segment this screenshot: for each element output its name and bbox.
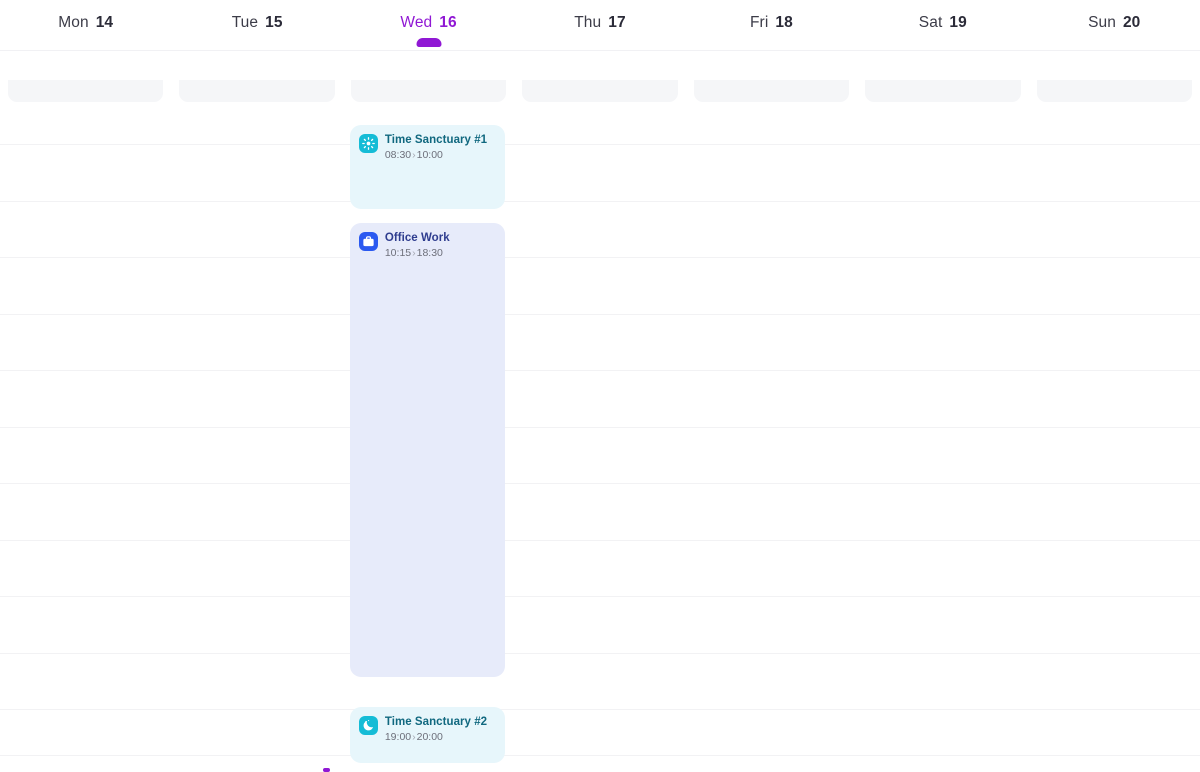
- day-name: Mon: [58, 14, 89, 31]
- event-start-time: 19:00: [384, 731, 412, 743]
- event-end-time: 10:00: [416, 149, 443, 161]
- all-day-cell[interactable]: [857, 52, 1028, 110]
- day-number: 18: [775, 14, 793, 31]
- day-header-label: Sat 19: [919, 14, 967, 32]
- day-header-label: Wed 16: [400, 14, 456, 32]
- event-time-range: 10:15›18:30: [385, 246, 450, 260]
- day-header-label: Mon 14: [58, 14, 113, 32]
- active-day-indicator: [416, 38, 442, 47]
- event-card[interactable]: Time Sanctuary #2 19:00›20:00: [349, 707, 506, 763]
- day-number: 14: [95, 14, 114, 31]
- event-header: Time Sanctuary #1 08:30›10:00: [358, 133, 496, 162]
- day-name: Sat: [918, 14, 943, 31]
- day-header-sat[interactable]: Sat 19: [857, 0, 1028, 50]
- event-end-time: 20:00: [416, 731, 443, 743]
- event-time-range: 08:30›10:00: [385, 148, 487, 162]
- week-calendar: Mon 14 Tue 15 Wed 16 Thu 17 Fri 18 Sat 19 Sun 20 Time…: [0, 0, 1200, 772]
- event-header: Office Work 10:15›18:30: [358, 231, 496, 260]
- all-day-cell[interactable]: [171, 52, 342, 110]
- day-header-thu[interactable]: Thu 17: [514, 0, 685, 50]
- day-number: 17: [608, 14, 626, 31]
- moon-icon: [358, 716, 378, 735]
- day-header-sun[interactable]: Sun 20: [1029, 0, 1200, 50]
- all-day-placeholder: [522, 80, 678, 102]
- day-header-fri[interactable]: Fri 18: [686, 0, 857, 50]
- event-start-time: 10:15: [384, 247, 412, 259]
- all-day-row: [0, 52, 1200, 110]
- all-day-placeholder: [693, 80, 850, 102]
- event-texts: Time Sanctuary #2 19:00›20:00: [385, 715, 487, 744]
- day-column-tue[interactable]: [171, 110, 342, 772]
- event-end-time: 18:30: [416, 247, 443, 259]
- briefcase-icon: [358, 232, 378, 251]
- all-day-cell[interactable]: [1029, 52, 1200, 110]
- day-name: Tue: [231, 14, 259, 31]
- all-day-cell[interactable]: [514, 52, 685, 110]
- day-header-label: Thu 17: [574, 14, 625, 32]
- event-header: Time Sanctuary #2 19:00›20:00: [358, 715, 496, 744]
- event-title: Time Sanctuary #2: [384, 716, 488, 728]
- day-name: Sun: [1088, 14, 1116, 31]
- event-title: Office Work: [384, 232, 450, 244]
- day-header-row: Mon 14 Tue 15 Wed 16 Thu 17 Fri 18 Sat 19 Sun 20: [0, 0, 1200, 51]
- event-texts: Office Work 10:15›18:30: [385, 231, 450, 260]
- day-header-mon[interactable]: Mon 14: [0, 0, 171, 50]
- all-day-cell[interactable]: [686, 52, 857, 110]
- day-header-label: Fri 18: [750, 14, 793, 32]
- event-title: Time Sanctuary #1: [384, 134, 488, 146]
- all-day-placeholder: [8, 80, 164, 102]
- event-time-range: 19:00›20:00: [385, 730, 487, 744]
- day-column-sun[interactable]: [1029, 110, 1200, 772]
- sun-icon: [358, 134, 378, 153]
- event-texts: Time Sanctuary #1 08:30›10:00: [385, 133, 487, 162]
- all-day-cell[interactable]: [0, 52, 171, 110]
- day-column-mon[interactable]: [0, 110, 171, 772]
- event-card[interactable]: Office Work 10:15›18:30: [349, 223, 506, 677]
- day-number: 20: [1122, 14, 1141, 31]
- all-day-cell[interactable]: [343, 52, 514, 110]
- day-column-wed[interactable]: Time Sanctuary #1 08:30›10:00 Office Work 1…: [343, 110, 514, 772]
- time-grid[interactable]: Time Sanctuary #1 08:30›10:00 Office Work 1…: [0, 110, 1200, 772]
- day-header-label: Tue 15: [232, 14, 283, 32]
- event-start-time: 08:30: [384, 149, 412, 161]
- day-number: 15: [265, 14, 283, 31]
- day-header-wed[interactable]: Wed 16: [343, 0, 514, 50]
- day-column-fri[interactable]: [686, 110, 857, 772]
- day-name: Thu: [574, 14, 602, 31]
- current-time-indicator: [323, 768, 330, 772]
- all-day-placeholder: [865, 80, 1021, 102]
- all-day-placeholder: [1036, 80, 1192, 102]
- event-card[interactable]: Time Sanctuary #1 08:30›10:00: [349, 125, 506, 209]
- all-day-placeholder: [179, 80, 335, 102]
- day-column-thu[interactable]: [514, 110, 685, 772]
- day-header-label: Sun 20: [1088, 14, 1140, 32]
- all-day-placeholder: [350, 80, 507, 102]
- day-column-sat[interactable]: [857, 110, 1028, 772]
- day-header-tue[interactable]: Tue 15: [171, 0, 342, 50]
- day-name: Fri: [749, 14, 769, 31]
- day-columns: Time Sanctuary #1 08:30›10:00 Office Work 1…: [0, 110, 1200, 772]
- day-name: Wed: [400, 14, 433, 31]
- day-number: 19: [949, 14, 967, 31]
- day-number: 16: [439, 14, 457, 31]
